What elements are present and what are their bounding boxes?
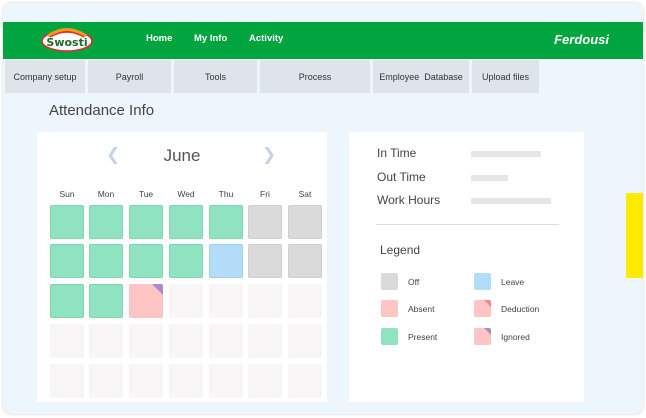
calendar-day-present[interactable] bbox=[50, 205, 84, 239]
legend-swatch-absent bbox=[381, 300, 398, 317]
tab-payroll[interactable]: Payroll bbox=[88, 60, 171, 93]
weekday-fri: Fri bbox=[260, 189, 270, 199]
status-corner-mark bbox=[152, 284, 163, 295]
work-hours-value bbox=[471, 198, 551, 204]
calendar-day-present[interactable] bbox=[169, 205, 203, 239]
calendar-day-empty bbox=[209, 364, 243, 398]
calendar-day-empty bbox=[209, 284, 243, 318]
calendar-day-present[interactable] bbox=[129, 205, 163, 239]
tab-company-setup[interactable]: Company setup bbox=[5, 60, 85, 93]
app-window: Swosti Home My Info Activity Ferdousi Co… bbox=[3, 3, 643, 414]
legend-corner-mark bbox=[484, 328, 491, 335]
legend-swatch-leave bbox=[474, 273, 491, 290]
work-hours-label: Work Hours bbox=[377, 193, 441, 207]
calendar-day-present[interactable] bbox=[169, 244, 203, 278]
calendar-day-off[interactable] bbox=[288, 244, 322, 278]
calendar-day-empty bbox=[129, 324, 163, 358]
legend-swatch-ignored bbox=[474, 328, 491, 345]
attendance-info-card: In Time Out Time Work Hours Legend Off Le… bbox=[349, 132, 584, 402]
tab-employee-database[interactable]: Employee Database bbox=[373, 60, 469, 93]
tab-upload-files[interactable]: Upload files bbox=[472, 60, 539, 93]
nav-my-info[interactable]: My Info bbox=[194, 33, 227, 44]
calendar-day-off[interactable] bbox=[248, 244, 282, 278]
weekday-tue: Tue bbox=[138, 189, 154, 199]
calendar-day-empty bbox=[248, 324, 282, 358]
legend-swatch-off bbox=[381, 273, 398, 290]
chevron-right-icon[interactable]: ❯ bbox=[262, 145, 276, 165]
calendar-card: ❮ June ❯ Sun Mon Tue Wed Thu Fri Sat bbox=[37, 132, 327, 402]
weekday-mon: Mon bbox=[97, 189, 115, 199]
legend-label-leave: Leave bbox=[501, 277, 525, 287]
calendar-day-present[interactable] bbox=[89, 244, 123, 278]
tab-process[interactable]: Process bbox=[260, 60, 370, 93]
calendar-day-leave[interactable] bbox=[209, 244, 243, 278]
calendar-day-present[interactable] bbox=[50, 244, 84, 278]
logo-icon: Swosti bbox=[41, 28, 93, 52]
calendar-month: June bbox=[163, 146, 201, 165]
page-title: Attendance Info bbox=[49, 102, 155, 119]
legend-label-deduction: Deduction bbox=[501, 304, 540, 314]
weekday-thu: Thu bbox=[218, 189, 234, 199]
nav-home[interactable]: Home bbox=[146, 33, 172, 44]
calendar-day-off[interactable] bbox=[288, 205, 322, 239]
calendar-day-empty bbox=[288, 284, 322, 318]
legend-swatch-deduction bbox=[474, 300, 491, 317]
weekday-sun: Sun bbox=[59, 189, 75, 199]
calendar-day-present[interactable] bbox=[89, 284, 123, 318]
calendar-day-empty bbox=[288, 364, 322, 398]
tab-tools[interactable]: Tools bbox=[174, 60, 257, 93]
legend-label-absent: Absent bbox=[408, 304, 435, 314]
nav-activity[interactable]: Activity bbox=[249, 33, 283, 44]
weekday-sat: Sat bbox=[298, 189, 312, 199]
calendar-day-empty bbox=[129, 364, 163, 398]
out-time-label: Out Time bbox=[377, 170, 426, 184]
svg-text:Swosti: Swosti bbox=[46, 36, 87, 49]
in-time-value bbox=[471, 151, 541, 157]
calendar-day-empty bbox=[50, 324, 84, 358]
calendar-day-empty bbox=[89, 324, 123, 358]
in-time-label: In Time bbox=[377, 146, 417, 160]
calendar-day-empty bbox=[50, 364, 84, 398]
calendar-day-empty bbox=[169, 324, 203, 358]
calendar-day-empty bbox=[288, 324, 322, 358]
legend-label-present: Present bbox=[408, 332, 438, 342]
calendar-day-empty bbox=[209, 324, 243, 358]
calendar-day-off[interactable] bbox=[248, 205, 282, 239]
out-time-value bbox=[471, 175, 508, 181]
calendar-day-empty bbox=[89, 364, 123, 398]
calendar-day-empty bbox=[248, 284, 282, 318]
legend-label-ignored: Ignored bbox=[501, 332, 530, 342]
legend-title: Legend bbox=[380, 243, 421, 257]
legend-label-off: Off bbox=[408, 277, 420, 287]
legend-swatch-present bbox=[381, 328, 398, 345]
calendar-day-present[interactable] bbox=[129, 244, 163, 278]
calendar-day-empty bbox=[248, 364, 282, 398]
calendar-day-ignored[interactable] bbox=[129, 284, 163, 318]
calendar-day-present[interactable] bbox=[209, 205, 243, 239]
side-drawer-handle[interactable] bbox=[626, 193, 643, 278]
calendar-day-empty bbox=[169, 364, 203, 398]
weekday-wed: Wed bbox=[177, 189, 195, 199]
calendar-day-present[interactable] bbox=[50, 284, 84, 318]
swosti-logo[interactable]: Swosti bbox=[40, 27, 94, 53]
divider bbox=[376, 224, 559, 225]
top-nav-bar: Swosti Home My Info Activity Ferdousi bbox=[3, 22, 643, 59]
user-name[interactable]: Ferdousi bbox=[554, 32, 609, 47]
calendar-day-empty bbox=[169, 284, 203, 318]
calendar-day-present[interactable] bbox=[89, 205, 123, 239]
legend-corner-mark bbox=[484, 300, 491, 307]
module-tabs: Company setup Payroll Tools Process Empl… bbox=[3, 59, 643, 93]
